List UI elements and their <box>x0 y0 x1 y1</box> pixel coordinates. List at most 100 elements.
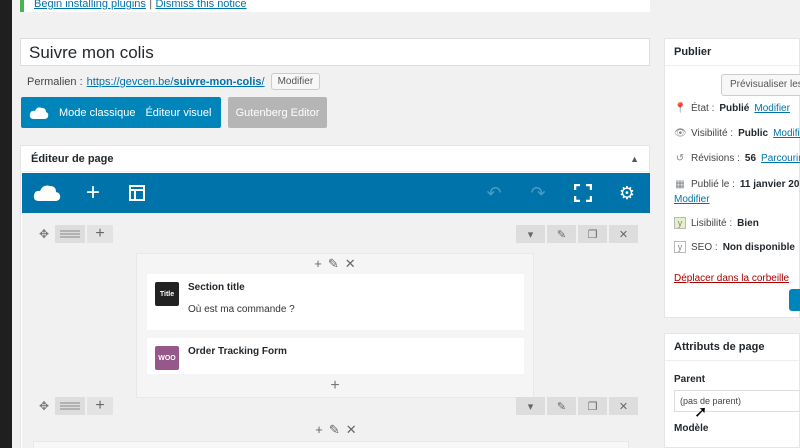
begin-installing-plugins-link[interactable]: Begin installing plugins <box>34 0 146 10</box>
column-tools: + ✎ ✕ <box>137 256 533 272</box>
permalink-row: Permalien : https://gevcen.be/suivre-mon… <box>27 73 321 90</box>
row-add-icon[interactable]: + <box>87 397 113 415</box>
page-attributes-box: Attributs de page Parent (pas de parent)… <box>664 333 800 448</box>
builder-logo-icon[interactable] <box>32 181 62 205</box>
published-row: ▦ Publié le : 11 janvier 2018 <box>674 179 800 190</box>
row-drag-handle[interactable] <box>55 397 85 415</box>
permalink-modify-button[interactable]: Modifier <box>270 73 321 90</box>
module-order-tracking[interactable]: WOO Order Tracking Form <box>147 338 524 374</box>
permalink-slug: suivre-mon-colis <box>173 75 262 88</box>
add-row-icon[interactable]: + <box>81 179 105 206</box>
permalink-label: Permalien : <box>27 75 83 88</box>
published-label: Publié le : <box>691 179 735 190</box>
state-label: État : <box>691 103 715 114</box>
history-icon: ↺ <box>675 153 685 164</box>
column: + ✎ ✕ Title Section title Où est ma comm… <box>136 253 534 398</box>
builder-canvas: ✥ + ▾ ✎ ❐ ✕ + ✎ ✕ Title Section title Où… <box>22 213 650 448</box>
page-builder-toolbar: + ↶ ↷ ⚙ <box>22 173 650 213</box>
classic-mode-button[interactable]: Mode classique <box>59 107 135 119</box>
pin-icon: 📍 <box>674 103 687 114</box>
row-duplicate-icon[interactable]: ❐ <box>578 397 607 415</box>
module-thumb: Title <box>155 282 179 306</box>
published-modify-link[interactable]: Modifier <box>674 194 710 205</box>
state-modify-link[interactable]: Modifier <box>754 103 790 114</box>
fullscreen-icon[interactable] <box>571 181 595 205</box>
column-add-module-icon[interactable]: + <box>137 377 533 395</box>
published-value: 11 janvier 2018 <box>739 179 800 190</box>
seo-value: Non disponible <box>722 241 795 253</box>
page-builder-header[interactable]: Éditeur de page ▲ <box>21 146 649 172</box>
revisions-label: Révisions : <box>691 153 740 164</box>
settings-gear-icon[interactable]: ⚙ <box>615 181 639 205</box>
row-2-controls-left: ✥ + <box>33 397 113 415</box>
column-delete-icon[interactable]: ✕ <box>345 256 356 272</box>
column-2 <box>33 441 629 448</box>
row-delete-icon[interactable]: ✕ <box>609 225 638 243</box>
undo-icon[interactable]: ↶ <box>482 181 506 205</box>
row-add-icon[interactable]: + <box>87 225 113 243</box>
row-edit-icon[interactable]: ✎ <box>547 397 576 415</box>
state-value: Publié <box>719 103 750 114</box>
row-move-icon[interactable]: ✥ <box>33 397 55 415</box>
publish-box: Publier Prévisualiser les modifications … <box>664 38 800 318</box>
row-dropdown-icon[interactable]: ▾ <box>516 397 545 415</box>
permalink-end: / <box>261 75 265 88</box>
row-edit-icon[interactable]: ✎ <box>547 225 576 243</box>
visual-editor-button[interactable]: Éditeur visuel <box>145 107 211 119</box>
row-move-icon[interactable]: ✥ <box>33 225 55 243</box>
page-builder-title: Éditeur de page <box>31 152 114 165</box>
notice-separator: | <box>149 0 153 10</box>
page-builder-box: Éditeur de page ▲ + ↶ ↷ ⚙ ✥ + ▾ ✎ ❐ ✕ + … <box>20 145 650 448</box>
permalink-link[interactable]: https://gevcen.be/suivre-mon-colis/ <box>87 76 265 88</box>
editor-mode-switch: Mode classique Éditeur visuel <box>21 97 221 128</box>
permalink-base: https://gevcen.be/ <box>86 75 174 88</box>
eye-icon: 👁 <box>674 128 687 139</box>
gutenberg-editor-button[interactable]: Gutenberg Editor <box>228 97 327 128</box>
layouts-icon[interactable] <box>125 181 149 205</box>
move-to-trash-link[interactable]: Déplacer dans la corbeille <box>674 273 789 284</box>
woocommerce-icon: WOO <box>155 346 179 370</box>
post-title-input[interactable]: Suivre mon colis <box>20 38 650 66</box>
yoast-seo-icon: y <box>674 241 686 253</box>
redo-icon[interactable]: ↷ <box>526 181 550 205</box>
preview-button[interactable]: Prévisualiser les modifications <box>721 74 800 96</box>
revisions-browse-link[interactable]: Parcourir <box>761 153 800 164</box>
parent-select[interactable]: (pas de parent) <box>674 390 800 412</box>
left-sidebar-edge <box>0 0 12 448</box>
visibility-row: 👁 Visibilité : Public Modifier <box>674 128 800 139</box>
row-delete-icon[interactable]: ✕ <box>609 397 638 415</box>
module-section-title[interactable]: Title Section title Où est ma commande ? <box>147 274 524 330</box>
visibility-modify-link[interactable]: Modifier <box>773 128 800 139</box>
column-edit-icon[interactable]: ✎ <box>329 422 340 438</box>
admin-notice: Begin installing plugins | Dismiss this … <box>20 0 650 12</box>
published-modify-row: Modifier <box>674 194 710 205</box>
calendar-icon: ▦ <box>675 179 685 190</box>
update-button[interactable] <box>789 289 800 311</box>
visibility-label: Visibilité : <box>691 128 734 139</box>
seo-label: SEO : <box>691 241 718 253</box>
column-delete-icon[interactable]: ✕ <box>346 422 357 438</box>
module-title: Section title <box>188 282 245 293</box>
row-2-controls-right: ▾ ✎ ❐ ✕ <box>514 397 638 415</box>
column-add-icon[interactable]: + <box>314 256 322 272</box>
module-title: Order Tracking Form <box>188 346 287 357</box>
column-edit-icon[interactable]: ✎ <box>328 256 339 272</box>
cloud-icon <box>29 106 49 119</box>
module-subtitle: Où est ma commande ? <box>188 304 295 315</box>
parent-label: Parent <box>674 374 706 385</box>
row-1-controls-left: ✥ + <box>33 225 113 243</box>
seo-row: y SEO : Non disponible <box>674 241 795 253</box>
column-2-tools: + ✎ ✕ <box>22 422 650 438</box>
mouse-cursor-icon: ➚ <box>694 404 708 421</box>
dismiss-notice-link[interactable]: Dismiss this notice <box>155 0 246 10</box>
status-row: 📍 État : Publié Modifier <box>674 103 790 114</box>
readability-label: Lisibilité : <box>691 217 733 229</box>
revisions-value: 56 <box>744 153 757 164</box>
visibility-value: Public <box>738 128 769 139</box>
collapse-arrow-icon[interactable]: ▲ <box>630 154 639 164</box>
row-duplicate-icon[interactable]: ❐ <box>578 225 607 243</box>
readability-value: Bien <box>737 217 759 229</box>
row-dropdown-icon[interactable]: ▾ <box>516 225 545 243</box>
column-add-icon[interactable]: + <box>315 422 323 438</box>
row-drag-handle[interactable] <box>55 225 85 243</box>
